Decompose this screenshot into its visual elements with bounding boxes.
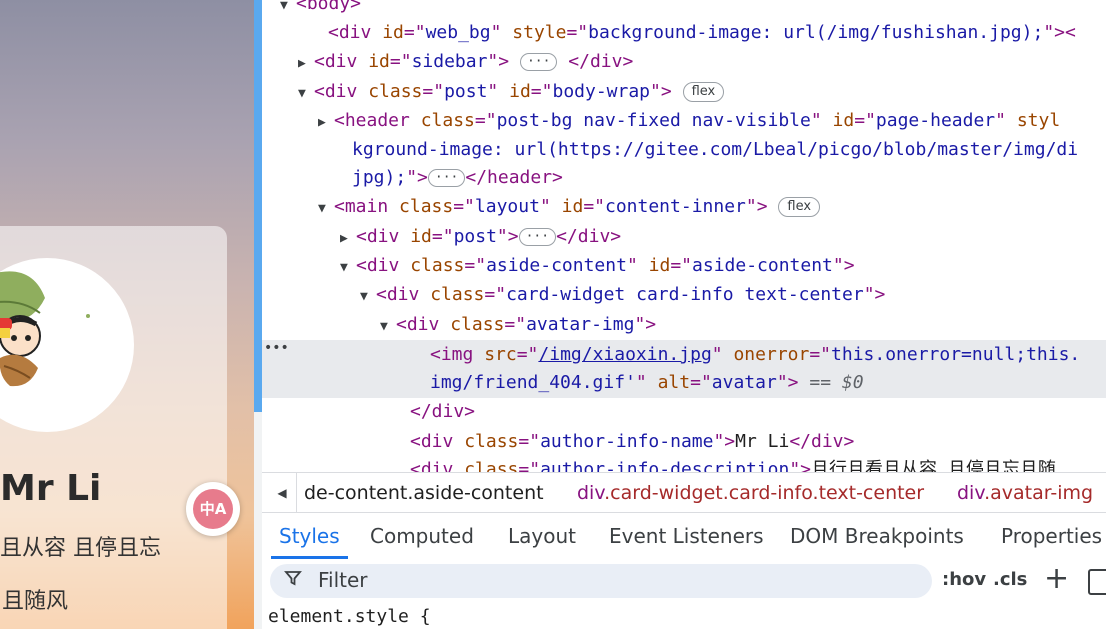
filter-placeholder: Filter xyxy=(318,568,368,592)
dom-node-line[interactable]: kground-image: url(https://gitee.com/Lbe… xyxy=(352,135,1078,164)
dom-node-markup: <div class="avatar-img"> xyxy=(396,314,657,335)
expand-right-icon[interactable]: ▶ xyxy=(298,49,314,78)
new-style-rule-button[interactable]: + xyxy=(1044,561,1069,597)
filter-input[interactable]: Filter xyxy=(270,564,932,598)
author-description-line: 且随风 xyxy=(2,589,69,614)
breadcrumb-item[interactable]: div.card-widget.card-info.text-center xyxy=(577,473,924,513)
dom-node-line[interactable]: ▼ <div class="avatar-img"> xyxy=(380,310,656,339)
expand-down-icon[interactable]: ▼ xyxy=(298,79,314,108)
dom-node-line[interactable]: img/friend_404.gif'" alt="avatar"> == $0 xyxy=(430,368,864,397)
dom-node-markup: jpg);"> ··· </header> xyxy=(352,167,563,188)
breadcrumb-scroll-left-icon[interactable]: ◀ xyxy=(268,473,297,513)
panel-divider[interactable] xyxy=(254,0,262,629)
dom-node-line[interactable]: <div id="web_bg" style="background-image… xyxy=(328,18,1076,47)
breadcrumb: ◀ de-content.aside-content div.card-widg… xyxy=(262,472,1106,513)
dom-node-line[interactable]: <div class="author-info-description">且行且… xyxy=(410,455,1056,472)
dom-node-line[interactable]: ▶ <div id="post"> ··· </div> xyxy=(340,222,621,251)
translate-icon: 中A xyxy=(193,489,233,529)
divider-highlight xyxy=(254,0,262,412)
dom-node-markup: <div id="post"> ··· </div> xyxy=(356,226,622,247)
author-description-line: 且从容 且停且忘 xyxy=(0,536,161,561)
dom-node-line[interactable]: ▼ <div class="post" id="body-wrap"> flex xyxy=(298,77,725,108)
dom-node-line[interactable]: </div> xyxy=(410,397,475,426)
styles-toolbar: Filter :hov .cls + xyxy=(262,559,1106,603)
dom-node-line[interactable]: ▼ <main class="layout" id="content-inner"… xyxy=(318,192,821,223)
node-actions-icon[interactable]: ••• xyxy=(264,340,289,356)
dom-node-markup: img/friend_404.gif'" alt="avatar"> == $0 xyxy=(430,372,864,393)
element-style-rule[interactable]: element.style { xyxy=(268,606,431,627)
dom-node-markup: <main class="layout" id="content-inner">… xyxy=(334,196,821,217)
tab-properties[interactable]: Properties xyxy=(1001,513,1102,557)
expand-down-icon[interactable]: ▼ xyxy=(318,194,334,223)
dom-node-markup: <body> xyxy=(296,0,362,14)
translate-button[interactable]: 中A xyxy=(186,482,240,536)
dom-node-line[interactable]: ▶ <header class="post-bg nav-fixed nav-vi… xyxy=(318,106,1060,135)
dom-node-markup: <div id="sidebar"> ··· </div> xyxy=(314,51,634,72)
author-name: Mr Li xyxy=(0,468,102,509)
tab-styles[interactable]: Styles xyxy=(271,513,348,559)
dom-node-line[interactable]: <img src="/img/xiaoxin.jpg" onerror="thi… xyxy=(430,340,1080,369)
elements-tree: ••• ▼ <body> <div id="web_bg" style="backg… xyxy=(262,0,1106,472)
dom-node-markup: <img src="/img/xiaoxin.jpg" onerror="thi… xyxy=(430,344,1081,365)
breadcrumb-item[interactable]: de-content.aside-content xyxy=(304,473,544,513)
dom-node-line[interactable]: ▶ <div id="sidebar"> ··· </div> xyxy=(298,47,633,76)
dom-node-line[interactable]: jpg);"> ··· </header> xyxy=(352,163,563,192)
dom-node-line[interactable]: ▼ <div class="card-widget card-info text-… xyxy=(360,280,885,309)
dom-node-markup: <div class="aside-content" id="aside-con… xyxy=(356,255,855,276)
dom-node-markup: <div id="web_bg" style="background-image… xyxy=(328,22,1076,43)
hover-state-toggle[interactable]: :hov xyxy=(942,569,986,590)
tab-dom-breakpoints[interactable]: DOM Breakpoints xyxy=(790,513,964,557)
devtools-panel: ••• ▼ <body> <div id="web_bg" style="backg… xyxy=(262,0,1106,629)
dom-node-markup: <div class="author-info-description">且行且… xyxy=(410,459,1056,472)
dom-node-markup: <div class="author-info-name">Mr Li</div… xyxy=(410,431,855,452)
dom-node-markup: <div class="post" id="body-wrap"> flex xyxy=(314,81,725,102)
expand-down-icon[interactable]: ▼ xyxy=(340,253,356,282)
dom-node-line[interactable]: <div class="author-info-name">Mr Li</div… xyxy=(410,427,854,456)
class-toggle[interactable]: .cls xyxy=(993,569,1027,590)
expand-right-icon[interactable]: ▶ xyxy=(318,108,334,137)
filter-icon xyxy=(284,569,302,592)
tab-layout[interactable]: Layout xyxy=(508,513,576,557)
dom-node-line[interactable]: ▼ <div class="aside-content" id="aside-co… xyxy=(340,251,855,280)
styles-tab-strip: Styles Computed Layout Event Listeners D… xyxy=(262,512,1106,560)
expand-right-icon[interactable]: ▶ xyxy=(340,224,356,253)
computed-sidebar-toggle-icon[interactable] xyxy=(1088,569,1106,595)
dom-node-markup: <div class="card-widget card-info text-c… xyxy=(376,284,886,305)
expand-down-icon[interactable]: ▼ xyxy=(360,282,376,311)
expand-down-icon[interactable]: ▼ xyxy=(280,0,296,20)
dom-node-markup: <header class="post-bg nav-fixed nav-vis… xyxy=(334,110,1061,131)
page-preview: Mr Li 且从容 且停且忘 且随风 中A xyxy=(0,0,254,629)
breadcrumb-item[interactable]: div.avatar-img xyxy=(957,473,1093,513)
tab-event-listeners[interactable]: Event Listeners xyxy=(609,513,764,557)
dom-node-line[interactable]: ▼ <body> xyxy=(280,0,361,18)
tab-computed[interactable]: Computed xyxy=(370,513,474,557)
dom-node-markup: </div> xyxy=(410,401,476,422)
expand-down-icon[interactable]: ▼ xyxy=(380,312,396,341)
dom-node-markup: kground-image: url(https://gitee.com/Lbe… xyxy=(352,139,1079,160)
